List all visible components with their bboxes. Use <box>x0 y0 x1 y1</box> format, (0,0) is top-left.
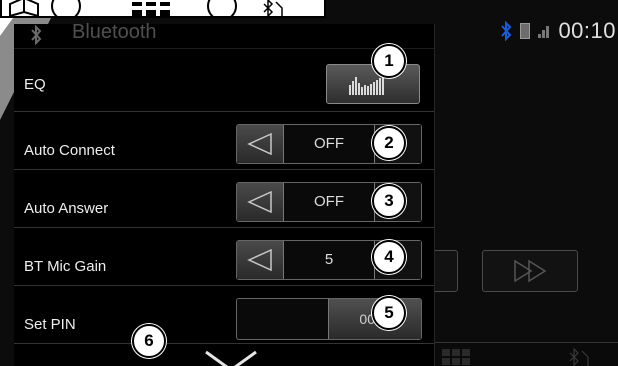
setting-label: Auto Answer <box>24 200 109 217</box>
bt-mic-gain-value: 5 <box>324 251 334 268</box>
battery-icon <box>520 23 531 39</box>
callout-2: 2 <box>372 126 406 160</box>
callout-1: 1 <box>372 44 406 78</box>
bluetooth-icon <box>501 21 512 41</box>
auto-answer-decrease-button[interactable] <box>237 183 284 221</box>
setting-row-bt-mic-gain: BT Mic Gain 5 <box>14 228 434 286</box>
callout-5: 5 <box>372 296 406 330</box>
inset-icons <box>9 0 283 16</box>
signal-icon <box>538 26 550 38</box>
setting-row-auto-connect: Auto Connect OFF <box>14 112 434 170</box>
setting-row-set-pin: Set PIN 0000 <box>14 286 434 344</box>
setting-label: EQ <box>24 76 46 93</box>
grid-icon <box>442 349 470 365</box>
left-triangle-icon <box>247 191 272 213</box>
setting-label: Set PIN <box>24 316 76 333</box>
setting-label: Auto Connect <box>24 142 115 159</box>
page-title: Bluetooth <box>72 21 157 43</box>
setting-row-eq: EQ <box>14 54 434 112</box>
callout-4: 4 <box>372 240 406 274</box>
status-bar: 00:10 <box>500 16 616 46</box>
bluetooth-icon <box>569 347 589 366</box>
auto-connect-decrease-button[interactable] <box>237 125 284 163</box>
bluetooth-icon <box>31 25 42 45</box>
chevron-down-icon[interactable] <box>204 350 258 366</box>
callout-8 <box>51 0 81 16</box>
inset-toolbar <box>0 0 326 18</box>
left-triangle-icon <box>247 249 272 271</box>
callout-3: 3 <box>372 184 406 218</box>
callout-6: 6 <box>132 324 166 358</box>
setting-row-auto-answer: Auto Answer OFF <box>14 170 434 228</box>
toolbar-icons <box>442 347 589 366</box>
bottom-toolbar <box>434 342 618 366</box>
fast-forward-icon <box>514 259 547 283</box>
clock: 00:10 <box>558 18 616 43</box>
bt-mic-gain-decrease-button[interactable] <box>237 241 284 279</box>
panel-header: Bluetooth <box>14 21 434 49</box>
grid-icon <box>132 2 170 16</box>
next-track-button[interactable] <box>482 250 578 292</box>
setting-label: BT Mic Gain <box>24 258 107 275</box>
screen: 00:10 Bluetooth EQ Auto Connect OFF Auto… <box>0 0 618 366</box>
callout-7 <box>207 0 237 16</box>
eq-button[interactable] <box>326 64 420 104</box>
auto-connect-value: OFF <box>314 135 344 152</box>
left-triangle-icon <box>247 133 272 155</box>
bluetooth-icon <box>263 0 283 16</box>
auto-answer-value: OFF <box>314 193 344 210</box>
phonebook-icon <box>9 0 39 16</box>
